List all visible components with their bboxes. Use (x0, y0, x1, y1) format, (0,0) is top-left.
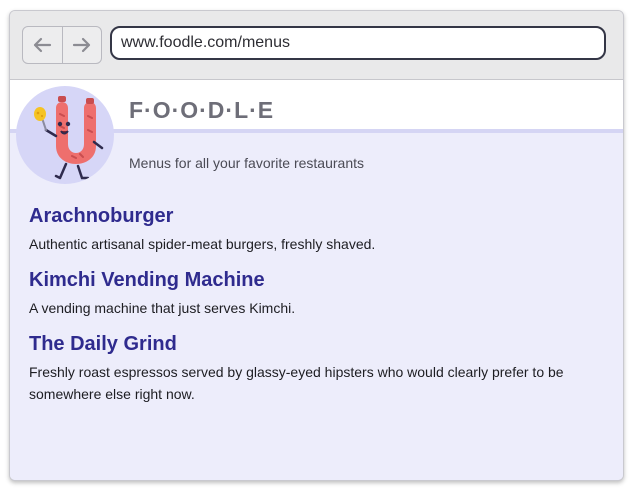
list-item: Arachnoburger Authentic artisanal spider… (29, 204, 604, 255)
restaurant-link[interactable]: Arachnoburger (29, 204, 604, 228)
site-title: F·O·O·D·L·E (129, 97, 275, 123)
page-content: F·O·O·D·L·E Menus for all your favorite … (10, 80, 623, 480)
browser-toolbar: www.foodle.com/menus (10, 11, 623, 80)
restaurant-link[interactable]: The Daily Grind (29, 332, 604, 356)
browser-window: www.foodle.com/menus F·O·O·D·L·E Menus f… (9, 10, 624, 481)
sausage-mascot-icon (34, 96, 104, 180)
restaurant-description: A vending machine that just serves Kimch… (29, 300, 296, 316)
forward-button[interactable] (61, 27, 102, 63)
restaurant-list: Arachnoburger Authentic artisanal spider… (29, 204, 604, 418)
url-text: www.foodle.com/menus (121, 34, 290, 51)
arrow-left-icon (34, 37, 52, 53)
address-bar[interactable]: www.foodle.com/menus (110, 26, 606, 60)
site-logo[interactable] (16, 86, 114, 184)
restaurant-description: Authentic artisanal spider-meat burgers,… (29, 236, 376, 252)
nav-buttons (22, 26, 102, 64)
restaurant-description: Freshly roast espressos served by glassy… (29, 364, 564, 402)
list-item: The Daily Grind Freshly roast espressos … (29, 332, 604, 405)
back-button[interactable] (23, 27, 62, 63)
arrow-right-icon (72, 37, 90, 53)
list-item: Kimchi Vending Machine A vending machine… (29, 268, 604, 319)
restaurant-link[interactable]: Kimchi Vending Machine (29, 268, 604, 292)
site-tagline: Menus for all your favorite restaurants (129, 155, 364, 171)
